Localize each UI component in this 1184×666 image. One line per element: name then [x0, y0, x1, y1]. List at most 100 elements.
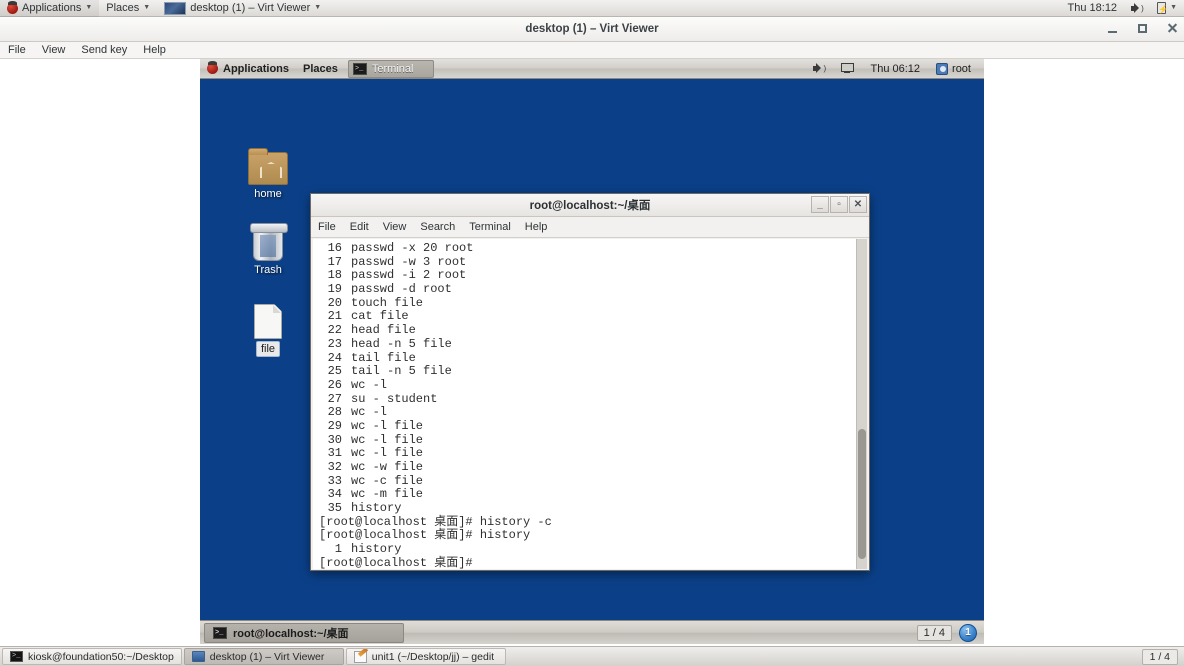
- terminal-history-line: 32 wc -w file: [319, 460, 854, 475]
- guest-volume-button[interactable]: ): [806, 59, 832, 79]
- terminal-history-command: history: [351, 501, 402, 516]
- terminal-history-number: 22: [327, 323, 342, 338]
- terminal-scrollbar[interactable]: [856, 239, 867, 569]
- guest-places-menu[interactable]: Places: [296, 59, 345, 79]
- host-taskbar-item-terminal[interactable]: >_ kiosk@foundation50:~/Desktop: [2, 648, 182, 665]
- vv-menu-view[interactable]: View: [34, 42, 74, 59]
- text-file-icon: [254, 304, 282, 339]
- terminal-history-command: wc -l file: [351, 418, 424, 433]
- desktop-icon-home[interactable]: home: [233, 148, 303, 201]
- host-workspace-count: 1 / 4: [1141, 648, 1178, 665]
- host-clock-label: Thu 18:12: [1067, 1, 1118, 14]
- guest-user-label: root: [952, 62, 971, 75]
- terminal-menu-search[interactable]: Search: [413, 217, 462, 238]
- chevron-down-icon: ▼: [85, 3, 93, 11]
- chevron-down-icon: ▼: [314, 3, 322, 11]
- desktop-icon-file[interactable]: file: [233, 304, 303, 357]
- guest-clock[interactable]: Thu 06:12: [863, 59, 927, 79]
- maximize-icon: [1137, 23, 1147, 33]
- terminal-history-line: 34 wc -m file: [319, 488, 854, 502]
- terminal-history-line: 23 head -n 5 file: [319, 336, 854, 352]
- terminal-menu-view[interactable]: View: [376, 217, 414, 238]
- battery-icon: [1157, 1, 1167, 18]
- terminal-history-command: head file: [351, 323, 416, 338]
- terminal-window[interactable]: root@localhost:~/桌面 _ ▫ ✕ File Edit View…: [310, 193, 870, 571]
- terminal-history-line: 27 su - student: [319, 391, 854, 407]
- window-thumbnail-icon: [164, 1, 187, 15]
- terminal-history-line: 25 tail -n 5 file: [319, 364, 854, 379]
- maximize-button[interactable]: [1136, 23, 1148, 36]
- guest-places-label: Places: [303, 62, 338, 75]
- terminal-history-number: 23: [327, 336, 342, 351]
- host-taskbar-item-virt-viewer[interactable]: desktop (1) – Virt Viewer: [183, 648, 344, 665]
- host-taskbar-item-virt-viewer-label: desktop (1) – Virt Viewer: [209, 650, 325, 663]
- host-window-menu[interactable]: desktop (1) – Virt Viewer ▼: [157, 0, 328, 17]
- guest-user-menu[interactable]: root: [929, 59, 978, 79]
- host-workspace-switcher[interactable]: 1 / 4: [1141, 648, 1182, 665]
- terminal-history-number: 33: [327, 473, 342, 488]
- guest-applications-label: Applications: [223, 62, 290, 75]
- terminal-history-line: 24 tail file: [319, 350, 854, 366]
- terminal-menubar: File Edit View Search Terminal Help: [311, 217, 869, 238]
- guest-window-list-terminal[interactable]: >_ Terminal: [347, 59, 434, 78]
- terminal-history-command: cat file: [351, 309, 409, 324]
- terminal-history-number: 20: [327, 295, 342, 310]
- guest-bottom-panel: >_ root@localhost:~/桌面 1 / 4 1: [200, 620, 984, 644]
- terminal-history-number: 24: [327, 350, 342, 365]
- terminal-history-line: 26 wc -l: [319, 377, 854, 393]
- close-button[interactable]: [1166, 23, 1178, 36]
- terminal-menu-edit[interactable]: Edit: [343, 217, 376, 238]
- host-taskbar-item-gedit[interactable]: unit1 (~/Desktop/jj) – gedit: [345, 648, 506, 665]
- terminal-close-button[interactable]: ✕: [849, 196, 867, 213]
- redhat-logo-icon: [207, 61, 218, 74]
- guest-panel-tray: ) Thu 06:12 root: [806, 59, 984, 79]
- host-volume-button[interactable]: ): [1124, 0, 1150, 17]
- terminal-screen[interactable]: 16 passwd -x 20 root 17 passwd -w 3 root 18 p…: [313, 239, 856, 569]
- terminal-prompt-line: [root@localhost 桌面]# history: [319, 528, 531, 543]
- host-clock[interactable]: Thu 18:12: [1061, 0, 1125, 17]
- guest-desktop[interactable]: Applications Places >_ Terminal ) Thu 06…: [200, 59, 984, 644]
- virt-viewer-window-controls: [1106, 17, 1178, 42]
- terminal-history-number: 18: [327, 268, 342, 283]
- terminal-titlebar[interactable]: root@localhost:~/桌面 _ ▫ ✕: [311, 194, 869, 217]
- guest-window-list-terminal-label: Terminal: [371, 62, 414, 75]
- terminal-scrollbar-thumb[interactable]: [858, 429, 866, 559]
- guest-applications-menu[interactable]: Applications: [200, 59, 296, 79]
- guest-workspace-switcher[interactable]: 1 / 4 1: [916, 623, 980, 642]
- terminal-history-command: wc -w file: [351, 460, 424, 474]
- terminal-history-command: passwd -d root: [351, 282, 452, 297]
- terminal-history-command: touch file: [351, 295, 424, 310]
- speaker-icon: ): [813, 63, 826, 74]
- guest-workspace-badge[interactable]: 1: [959, 623, 977, 642]
- desktop-icon-trash[interactable]: Trash: [233, 223, 303, 277]
- terminal-menu-help[interactable]: Help: [518, 217, 555, 238]
- host-desktop: Applications ▼ Places ▼ desktop (1) – Vi…: [0, 0, 1184, 666]
- vv-menu-help[interactable]: Help: [135, 42, 174, 59]
- host-taskbar-item-terminal-label: kiosk@foundation50:~/Desktop: [28, 650, 174, 663]
- terminal-window-controls: _ ▫ ✕: [811, 196, 867, 213]
- guest-clock-label: Thu 06:12: [870, 62, 921, 75]
- user-icon: [936, 62, 949, 75]
- terminal-history-command: wc -l: [351, 405, 388, 420]
- terminal-minimize-button[interactable]: _: [811, 196, 829, 213]
- minimize-icon: [1107, 30, 1117, 33]
- host-applications-menu[interactable]: Applications ▼: [0, 0, 100, 17]
- terminal-menu-terminal[interactable]: Terminal: [462, 217, 518, 238]
- terminal-history-command: wc -l file: [351, 446, 424, 461]
- terminal-history-number: 27: [327, 391, 342, 406]
- host-places-menu[interactable]: Places ▼: [99, 0, 157, 17]
- monitor-icon: [191, 651, 205, 662]
- vv-menu-file[interactable]: File: [0, 42, 34, 59]
- terminal-maximize-button[interactable]: ▫: [830, 196, 848, 213]
- minimize-button[interactable]: [1106, 24, 1118, 36]
- terminal-icon: >_: [352, 62, 367, 75]
- redhat-logo-icon: [7, 0, 18, 14]
- terminal-menu-file[interactable]: File: [311, 217, 343, 238]
- terminal-history-number: 26: [327, 377, 342, 392]
- guest-taskbar-item-terminal[interactable]: >_ root@localhost:~/桌面: [204, 622, 404, 643]
- vv-menu-sendkey[interactable]: Send key: [73, 42, 135, 59]
- host-places-label: Places: [106, 1, 140, 14]
- guest-network-button[interactable]: [834, 59, 861, 79]
- host-power-button[interactable]: ▼: [1150, 0, 1184, 18]
- desktop-icon-home-label: home: [254, 188, 282, 200]
